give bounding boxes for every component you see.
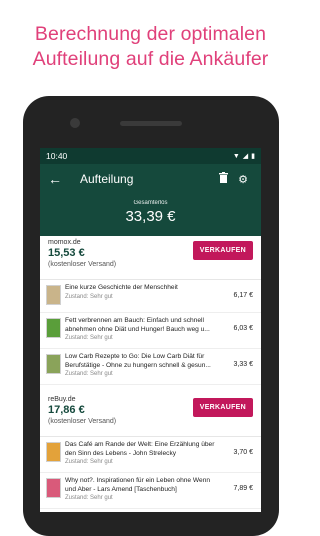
- book-list-item[interactable]: Das Café am Rande der Welt: Eine Erzählu…: [40, 437, 261, 473]
- total-label: Gesamterlös: [133, 200, 168, 206]
- book-title: Eine kurze Geschichte der Menschheit: [65, 284, 178, 291]
- book-price: 3,70 €: [233, 449, 253, 456]
- book-cover-thumbnail: [46, 354, 61, 374]
- app-screen: 10:40 ▼ ◢ ▮ ← Aufteilung ⚙ Gesamterlös 3…: [40, 148, 261, 512]
- book-cover-thumbnail: [46, 478, 61, 498]
- phone-camera: [70, 118, 80, 128]
- promo-line-2: Aufteilung auf die Ankäufer: [32, 48, 269, 70]
- book-condition: Zustand: Sehr gut: [65, 371, 113, 377]
- sell-button[interactable]: VERKAUFEN: [192, 398, 253, 417]
- signal-icon: ◢: [242, 153, 249, 160]
- buyer-sum: 17,86 €: [48, 404, 85, 416]
- book-condition: Zustand: Sehr gut: [65, 294, 113, 300]
- total-revenue-panel: Gesamterlös 33,39 €: [40, 194, 261, 236]
- book-title: Low Carb Rezepte to Go: Die Low Carb Diä…: [65, 353, 211, 369]
- book-condition: Zustand: Sehr gut: [65, 459, 113, 465]
- toolbar: ← Aufteilung ⚙: [40, 164, 261, 194]
- book-title: Why not?. Inspirationen für ein Leben oh…: [65, 477, 211, 493]
- book-list-item[interactable]: Why not?. Inspirationen für ein Leben oh…: [40, 473, 261, 509]
- buyer-sum: 15,53 €: [48, 247, 85, 259]
- section-divider: [40, 385, 261, 393]
- book-price: 7,89 €: [233, 485, 253, 492]
- phone-speaker: [120, 121, 182, 126]
- book-price: 6,17 €: [233, 292, 253, 299]
- buyer-name: reBuy.de: [48, 396, 76, 403]
- book-price: 3,33 €: [233, 361, 253, 368]
- promo-headline: Berechnung der optimalen Aufteilung auf …: [0, 22, 301, 72]
- shipping-note: (kostenloser Versand): [48, 418, 117, 425]
- book-cover-thumbnail: [46, 318, 61, 338]
- book-title: Fett verbrennen am Bauch: Einfach und sc…: [65, 317, 210, 333]
- book-cover-thumbnail: [46, 442, 61, 462]
- page-title: Aufteilung: [80, 172, 134, 186]
- settings-gear-icon[interactable]: ⚙: [233, 173, 253, 186]
- total-value: 33,39 €: [125, 208, 176, 225]
- delete-icon[interactable]: [213, 172, 233, 186]
- status-bar: 10:40 ▼ ◢ ▮: [40, 148, 261, 164]
- buyer-header-momox: momox.de 15,53 € (kostenloser Versand) V…: [40, 236, 261, 280]
- book-title: Das Café am Rande der Welt: Eine Erzählu…: [65, 441, 215, 457]
- battery-icon: ▮: [251, 153, 255, 160]
- buyer-header-rebuy: reBuy.de 17,86 € (kostenloser Versand) V…: [40, 393, 261, 437]
- promo-line-1: Berechnung der optimalen: [34, 23, 267, 45]
- shipping-note: (kostenloser Versand): [48, 261, 117, 268]
- back-arrow-icon[interactable]: ←: [48, 171, 66, 187]
- sell-button[interactable]: VERKAUFEN: [192, 241, 253, 260]
- book-list-item[interactable]: Eine kurze Geschichte der Menschheit Zus…: [40, 280, 261, 313]
- book-price: 6,03 €: [233, 325, 253, 332]
- book-cover-thumbnail: [46, 285, 61, 305]
- book-condition: Zustand: Sehr gut: [65, 335, 113, 341]
- book-list-item[interactable]: Fett verbrennen am Bauch: Einfach und sc…: [40, 313, 261, 349]
- book-condition: Zustand: Sehr gut: [65, 495, 113, 501]
- book-list-item[interactable]: Low Carb Rezepte to Go: Die Low Carb Diä…: [40, 349, 261, 385]
- wifi-icon: ▼: [232, 152, 240, 160]
- status-time: 10:40: [46, 151, 68, 161]
- buyer-name: momox.de: [48, 239, 81, 246]
